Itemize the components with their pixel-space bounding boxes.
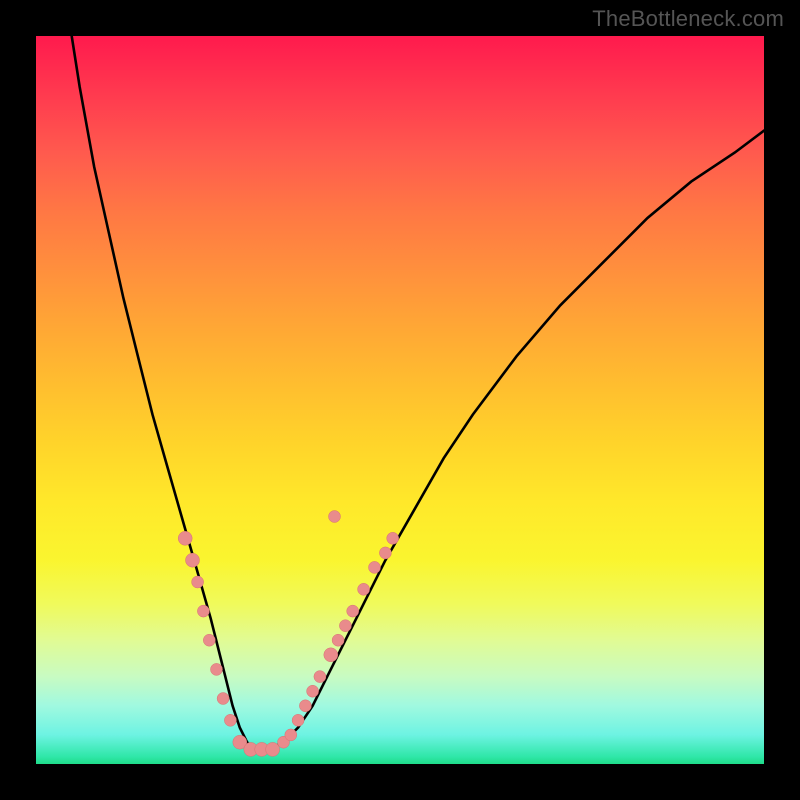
data-marker	[197, 605, 209, 617]
data-marker	[292, 714, 304, 726]
chart-frame: TheBottleneck.com	[0, 0, 800, 800]
data-marker	[332, 634, 344, 646]
data-marker	[329, 511, 341, 523]
data-marker	[314, 671, 326, 683]
data-marker	[224, 714, 236, 726]
data-marker	[339, 620, 351, 632]
data-marker	[324, 648, 338, 662]
data-marker	[379, 547, 391, 559]
bottleneck-curve	[72, 36, 764, 749]
data-marker	[211, 663, 223, 675]
data-marker	[266, 742, 280, 756]
data-marker	[192, 576, 204, 588]
data-marker	[186, 553, 200, 567]
data-marker	[285, 729, 297, 741]
data-markers	[178, 511, 399, 757]
data-marker	[203, 634, 215, 646]
data-marker	[217, 693, 229, 705]
data-marker	[178, 531, 192, 545]
data-marker	[347, 605, 359, 617]
data-marker	[299, 700, 311, 712]
data-marker	[307, 685, 319, 697]
plot-area	[36, 36, 764, 764]
data-marker	[358, 583, 370, 595]
data-marker	[369, 561, 381, 573]
watermark-text: TheBottleneck.com	[592, 6, 784, 32]
chart-svg	[36, 36, 764, 764]
data-marker	[387, 532, 399, 544]
